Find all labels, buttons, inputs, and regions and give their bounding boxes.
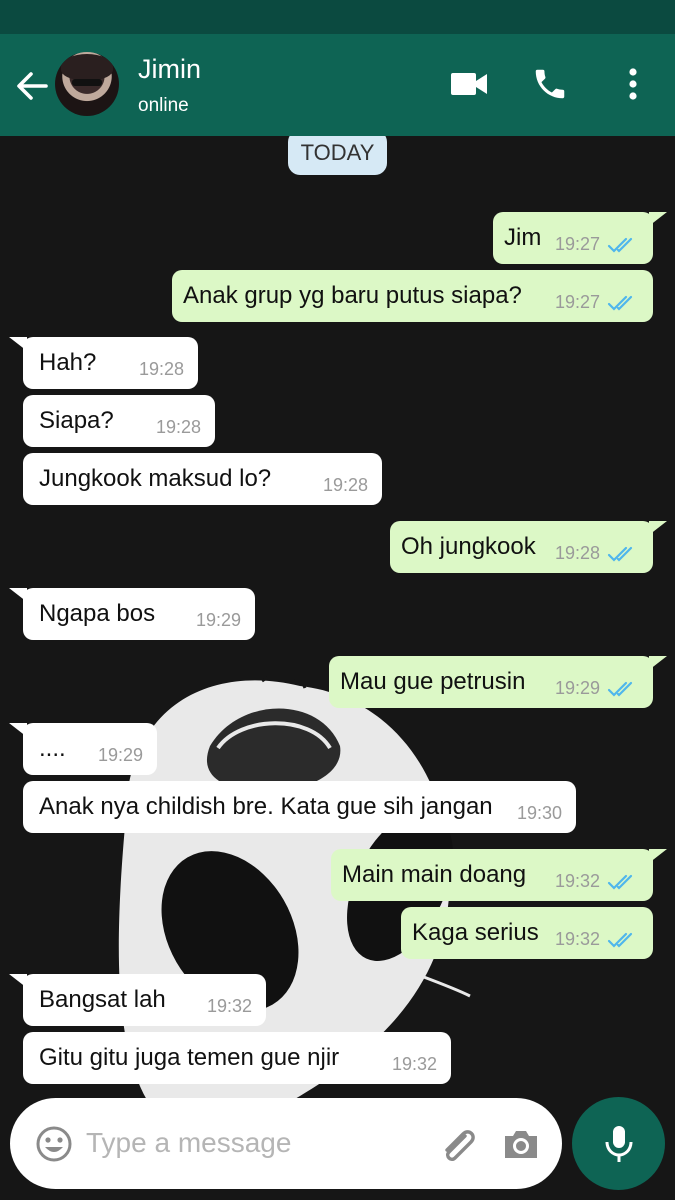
message-text: Anak nya childish bre. Kata gue sih jang…	[39, 793, 493, 820]
incoming-message[interactable]: .... 19:29	[9, 723, 157, 775]
double-check-icon	[607, 546, 633, 562]
contact-name[interactable]: Jimin	[138, 54, 201, 85]
incoming-message[interactable]: Bangsat lah 19:32	[9, 974, 266, 1026]
double-check-icon	[607, 295, 633, 311]
outgoing-message[interactable]: Kaga serius 19:32	[401, 907, 653, 959]
message-text: Hah?	[39, 349, 97, 376]
incoming-message[interactable]: Anak nya childish bre. Kata gue sih jang…	[23, 781, 576, 833]
contact-status: online	[138, 95, 189, 116]
date-chip: TODAY	[288, 136, 387, 175]
bubble-tail	[9, 723, 27, 737]
bubble-tail	[649, 212, 667, 226]
emoji-icon[interactable]	[34, 1124, 74, 1164]
incoming-message[interactable]: Jungkook maksud lo? 19:28	[23, 453, 382, 505]
message-time: 19:28	[554, 543, 600, 563]
message-text: Mau gue petrusin	[340, 668, 526, 695]
paperclip-icon[interactable]	[435, 1122, 479, 1166]
outgoing-message[interactable]: Jim 19:27	[493, 212, 667, 264]
message-time: 19:29	[554, 678, 600, 698]
message-time: 19:29	[195, 610, 241, 630]
incoming-message[interactable]: Hah? 19:28	[9, 337, 198, 389]
chat-header: Jimin online	[0, 34, 675, 136]
camera-icon[interactable]	[501, 1124, 541, 1164]
outgoing-message[interactable]: Anak grup yg baru putus siapa? 19:27	[172, 270, 653, 322]
message-time: 19:30	[516, 803, 562, 823]
message-time: 19:32	[554, 871, 600, 891]
double-check-icon	[607, 874, 633, 890]
bubble-tail	[9, 588, 27, 602]
message-text: Gitu gitu juga temen gue njir	[39, 1044, 340, 1071]
double-check-icon	[607, 681, 633, 697]
message-time: 19:28	[155, 417, 201, 437]
message-time: 19:32	[554, 929, 600, 949]
bubble-tail	[9, 974, 27, 988]
bubble-tail	[649, 849, 667, 863]
bubble-tail	[9, 337, 27, 351]
message-text: ....	[39, 735, 66, 762]
outgoing-message[interactable]: Mau gue petrusin 19:29	[329, 656, 667, 708]
avatar[interactable]	[55, 52, 119, 116]
double-check-icon	[607, 932, 633, 948]
message-time: 19:28	[322, 475, 368, 495]
more-options-button[interactable]	[613, 64, 653, 104]
message-text: Siapa?	[39, 407, 114, 434]
back-button[interactable]	[14, 68, 50, 104]
message-text: Kaga serius	[412, 919, 539, 946]
message-time: 19:32	[206, 996, 252, 1016]
message-input[interactable]: Type a message	[86, 1127, 291, 1159]
more-vert-icon	[629, 68, 637, 100]
message-time: 19:27	[554, 234, 600, 254]
arrow-left-icon	[17, 72, 48, 100]
bubble-tail	[649, 656, 667, 670]
chat-area[interactable]: TODAY Jim 19:27 Anak grup yg baru putus si…	[0, 136, 675, 1200]
message-time: 19:32	[391, 1054, 437, 1074]
video-call-icon	[451, 73, 487, 95]
message-time: 19:29	[97, 745, 143, 765]
message-text: Bangsat lah	[39, 986, 166, 1013]
voice-call-button[interactable]	[530, 64, 570, 104]
message-text: Jim	[504, 224, 542, 251]
outgoing-message[interactable]: Oh jungkook 19:28	[390, 521, 667, 573]
status-bar	[0, 0, 675, 34]
message-text: Main main doang	[342, 861, 527, 888]
incoming-message[interactable]: Ngapa bos 19:29	[9, 588, 255, 640]
microphone-icon	[605, 1125, 632, 1162]
video-call-button[interactable]	[449, 64, 489, 104]
message-text: Ngapa bos	[39, 600, 156, 627]
message-time: 19:28	[138, 359, 184, 379]
message-composer[interactable]: Type a message	[10, 1098, 562, 1189]
message-text: Jungkook maksud lo?	[39, 465, 272, 492]
bubble-tail	[649, 521, 667, 535]
outgoing-message[interactable]: Main main doang 19:32	[331, 849, 667, 901]
voice-record-button[interactable]	[572, 1097, 665, 1190]
message-time: 19:27	[554, 292, 600, 312]
double-check-icon	[607, 237, 633, 253]
message-text: Oh jungkook	[401, 533, 536, 560]
incoming-message[interactable]: Siapa? 19:28	[23, 395, 215, 447]
incoming-message[interactable]: Gitu gitu juga temen gue njir 19:32	[23, 1032, 451, 1084]
message-text: Anak grup yg baru putus siapa?	[183, 282, 522, 309]
phone-icon	[535, 69, 565, 99]
